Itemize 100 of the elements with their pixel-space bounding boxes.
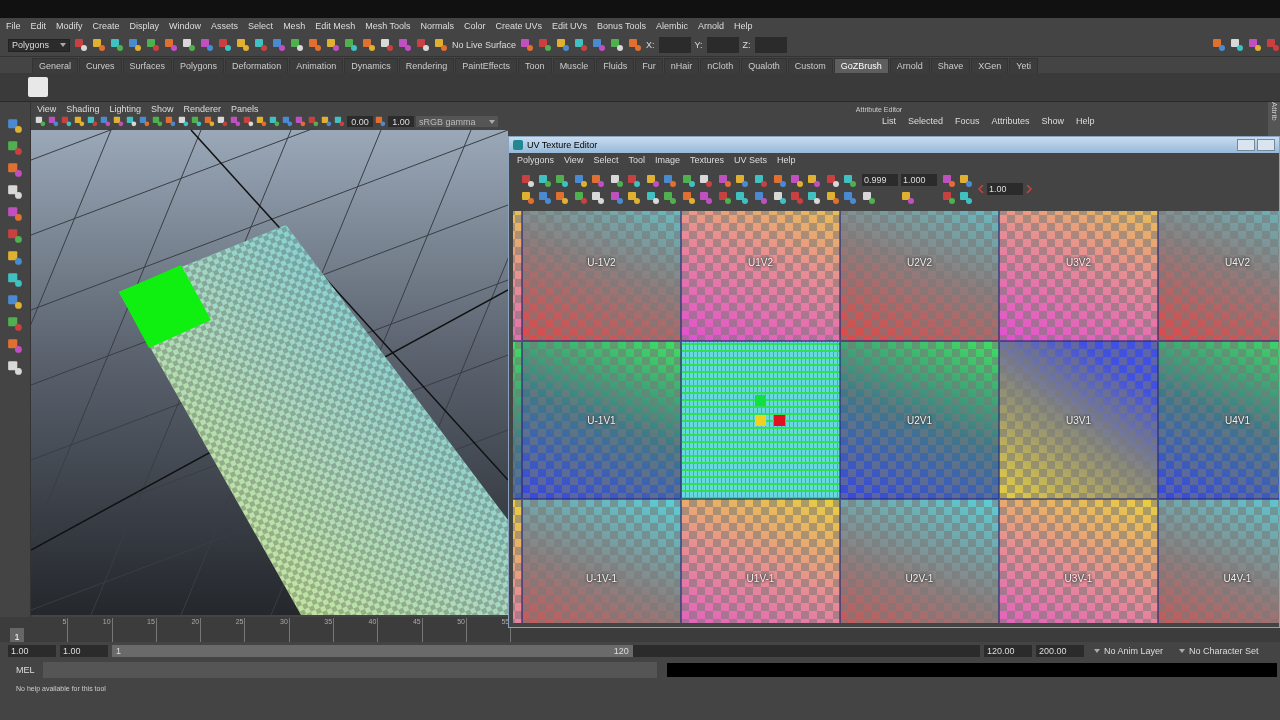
tool-icon[interactable]	[165, 116, 176, 127]
tool-icon[interactable]	[416, 38, 430, 52]
tool-icon[interactable]	[7, 360, 23, 376]
tool-icon[interactable]	[610, 173, 624, 188]
gamma-field[interactable]: 1.00	[388, 116, 414, 127]
panel-menu-item[interactable]: Panels	[230, 103, 259, 114]
tool-icon[interactable]	[663, 173, 677, 188]
tool-icon[interactable]	[826, 173, 840, 188]
menu-item[interactable]: Create	[92, 21, 120, 31]
tool-icon[interactable]	[862, 190, 876, 205]
shelf-tab[interactable]: PaintEffects	[455, 58, 518, 73]
tool-icon[interactable]	[807, 173, 821, 188]
tool-icon[interactable]	[236, 38, 250, 52]
attribute-menu-item[interactable]: Help	[1076, 116, 1095, 126]
tool-icon[interactable]	[113, 116, 124, 127]
tool-icon[interactable]	[7, 162, 23, 178]
start-time-field[interactable]: 1.00	[8, 645, 56, 657]
menu-item[interactable]: Arnold	[698, 21, 724, 31]
tool-icon[interactable]	[754, 173, 768, 188]
tool-icon[interactable]	[942, 190, 956, 205]
tool-icon[interactable]	[1248, 38, 1262, 52]
maximize-button[interactable]	[1257, 139, 1275, 151]
menu-item[interactable]: Window	[169, 21, 202, 31]
tool-icon[interactable]	[7, 140, 23, 156]
tool-icon[interactable]	[191, 116, 202, 127]
tool-icon[interactable]	[901, 190, 915, 205]
tool-icon[interactable]	[218, 38, 232, 52]
tool-icon[interactable]	[735, 173, 749, 188]
menu-item[interactable]: Mesh	[283, 21, 306, 31]
uv-menu-item[interactable]: UV Sets	[733, 155, 767, 165]
shelf-tab[interactable]: Fur	[635, 58, 663, 73]
tool-icon[interactable]	[646, 190, 660, 205]
tool-icon[interactable]	[35, 116, 46, 127]
shelf-tab[interactable]: nHair	[663, 58, 700, 73]
panel-menu-item[interactable]: Shading	[66, 103, 100, 114]
tool-icon[interactable]	[627, 190, 641, 205]
tool-icon[interactable]	[826, 190, 840, 205]
tool-icon[interactable]	[7, 272, 23, 288]
tool-icon[interactable]	[344, 38, 358, 52]
tool-icon[interactable]	[290, 38, 304, 52]
tool-icon[interactable]	[843, 173, 857, 188]
tool-icon[interactable]	[591, 173, 605, 188]
tool-icon[interactable]	[375, 116, 386, 127]
tool-icon[interactable]	[1212, 38, 1226, 52]
panel-menu-item[interactable]: Lighting	[109, 103, 141, 114]
coordinate-field[interactable]	[754, 37, 787, 53]
tool-icon[interactable]	[308, 38, 322, 52]
menu-item[interactable]: Bonus Tools	[597, 21, 646, 31]
uv-menu-item[interactable]: Image	[654, 155, 680, 165]
tool-icon[interactable]	[380, 38, 394, 52]
tool-icon[interactable]	[807, 190, 821, 205]
tool-icon[interactable]	[538, 173, 552, 188]
shelf-tab[interactable]: nCloth	[700, 58, 741, 73]
tool-icon[interactable]	[574, 190, 588, 205]
menu-item[interactable]: Create UVs	[495, 21, 543, 31]
tool-icon[interactable]	[555, 173, 569, 188]
shelf-tab[interactable]: Curves	[79, 58, 122, 73]
menu-item[interactable]: Assets	[211, 21, 239, 31]
range-slider-thumb[interactable]: 1 120	[112, 645, 633, 657]
menu-item[interactable]: Select	[248, 21, 274, 31]
coordinate-field[interactable]	[706, 37, 739, 53]
zoom-field[interactable]: 1.00	[987, 183, 1023, 195]
uv-value-field[interactable]: 1.000	[901, 173, 937, 186]
menu-item[interactable]: Edit UVs	[552, 21, 588, 31]
tool-icon[interactable]	[128, 38, 142, 52]
tool-icon[interactable]	[326, 38, 340, 52]
tool-icon[interactable]	[87, 116, 98, 127]
attribute-menu-item[interactable]: Attributes	[991, 116, 1030, 126]
tool-icon[interactable]	[521, 190, 535, 205]
uv-menu-item[interactable]: View	[564, 155, 584, 165]
mode-dropdown[interactable]: Polygons	[8, 38, 70, 52]
tool-icon[interactable]	[942, 173, 956, 188]
tool-icon[interactable]	[735, 190, 749, 205]
shelf-tab[interactable]: Dynamics	[344, 58, 398, 73]
tool-icon[interactable]	[7, 338, 23, 354]
tool-icon[interactable]	[434, 38, 448, 52]
tool-icon[interactable]	[7, 294, 23, 310]
tool-icon[interactable]	[7, 228, 23, 244]
tool-icon[interactable]	[254, 38, 268, 52]
menu-item[interactable]: Normals	[420, 21, 455, 31]
tool-icon[interactable]	[646, 173, 660, 188]
tool-icon[interactable]	[269, 116, 280, 127]
exposure-field[interactable]: 0.00	[347, 116, 373, 127]
tool-icon[interactable]	[178, 116, 189, 127]
character-set-dropdown[interactable]: No Character Set	[1173, 646, 1265, 656]
menu-item[interactable]: Modify	[56, 21, 83, 31]
tool-icon[interactable]	[628, 38, 643, 52]
attribute-menu-item[interactable]: Selected	[908, 116, 944, 126]
shelf-tab[interactable]: Shave	[930, 58, 971, 73]
tool-icon[interactable]	[682, 190, 696, 205]
shelf-tab[interactable]: Muscle	[552, 58, 596, 73]
shelf-tab[interactable]: Surfaces	[122, 58, 173, 73]
shelf-tab[interactable]: Arnold	[889, 58, 930, 73]
anim-layer-dropdown[interactable]: No Anim Layer	[1088, 646, 1170, 656]
tool-icon[interactable]	[146, 38, 160, 52]
shelf-tab[interactable]: Deformation	[225, 58, 289, 73]
tool-icon[interactable]	[182, 38, 196, 52]
side-tab[interactable]: Attrib	[1268, 102, 1280, 138]
tool-icon[interactable]	[164, 38, 178, 52]
uv-shell-drawing[interactable]	[681, 341, 840, 499]
